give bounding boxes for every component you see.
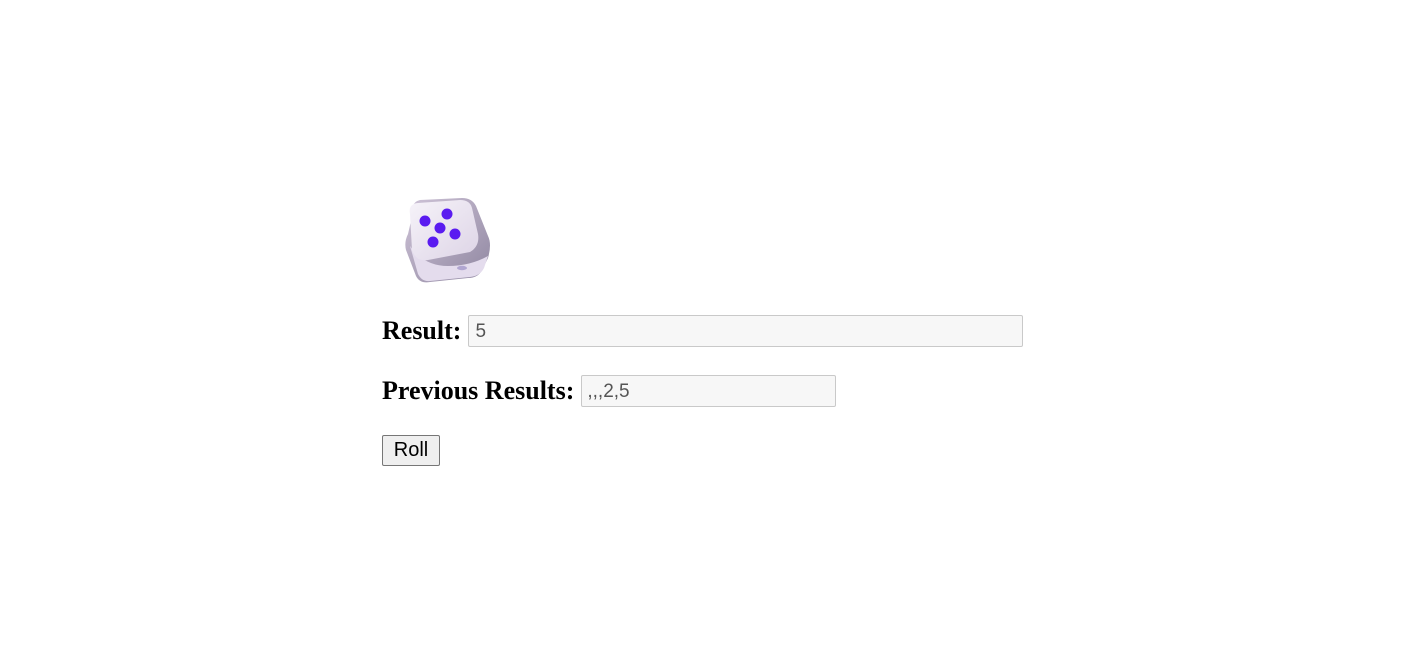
previous-results-row: Previous Results: <box>382 374 837 408</box>
dice-roller-app: Result: Previous Results: Roll <box>0 0 1416 672</box>
result-field[interactable] <box>468 315 1024 347</box>
roll-button[interactable]: Roll <box>382 435 440 466</box>
dice-five-icon <box>400 194 494 286</box>
previous-results-field[interactable] <box>581 375 837 407</box>
result-row: Result: <box>382 314 1024 348</box>
result-label: Result: <box>382 316 462 345</box>
previous-results-label: Previous Results: <box>382 376 575 405</box>
